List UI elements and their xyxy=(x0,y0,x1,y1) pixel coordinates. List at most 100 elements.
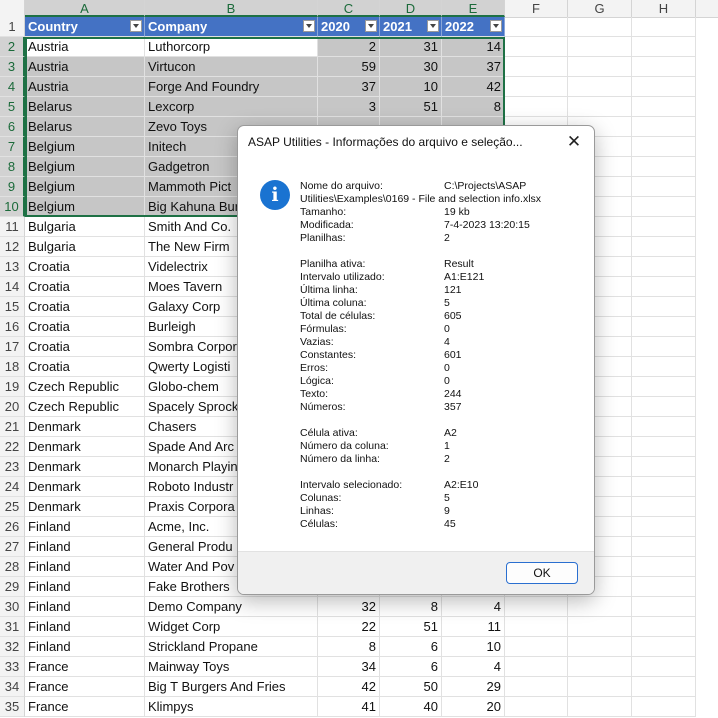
ok-button[interactable]: OK xyxy=(506,562,578,584)
cell-2020[interactable]: 2 xyxy=(318,37,380,57)
cell-country[interactable]: Bulgaria xyxy=(25,237,145,257)
empty-cell[interactable] xyxy=(505,17,568,37)
empty-cell[interactable] xyxy=(632,557,696,577)
empty-cell[interactable] xyxy=(568,657,632,677)
row-header[interactable]: 18 xyxy=(0,357,25,377)
select-all-corner[interactable] xyxy=(0,0,25,17)
empty-cell[interactable] xyxy=(568,17,632,37)
cell-2022[interactable]: 11 xyxy=(442,617,505,637)
cell-country[interactable]: Finland xyxy=(25,537,145,557)
cell-country[interactable]: Croatia xyxy=(25,297,145,317)
empty-cell[interactable] xyxy=(632,37,696,57)
cell-2021[interactable]: 6 xyxy=(380,637,442,657)
empty-cell[interactable] xyxy=(568,77,632,97)
cell-country[interactable]: Denmark xyxy=(25,457,145,477)
empty-cell[interactable] xyxy=(632,77,696,97)
cell-country[interactable]: Finland xyxy=(25,617,145,637)
empty-cell[interactable] xyxy=(632,157,696,177)
row-header[interactable]: 22 xyxy=(0,437,25,457)
cell-country[interactable]: Denmark xyxy=(25,497,145,517)
empty-cell[interactable] xyxy=(505,57,568,77)
cell-2021[interactable]: 50 xyxy=(380,677,442,697)
cell-2020[interactable]: 34 xyxy=(318,657,380,677)
empty-cell[interactable] xyxy=(632,57,696,77)
empty-cell[interactable] xyxy=(632,197,696,217)
empty-cell[interactable] xyxy=(505,597,568,617)
row-header[interactable]: 32 xyxy=(0,637,25,657)
column-header-g[interactable]: G xyxy=(568,0,632,17)
cell-company[interactable]: Forge And Foundry xyxy=(145,77,318,97)
close-icon[interactable]: ✕ xyxy=(562,130,586,154)
cell-country[interactable]: Austria xyxy=(25,57,145,77)
empty-cell[interactable] xyxy=(632,497,696,517)
row-header[interactable]: 14 xyxy=(0,277,25,297)
cell-country[interactable]: France xyxy=(25,677,145,697)
row-header[interactable]: 12 xyxy=(0,237,25,257)
cell-company[interactable]: Virtucon xyxy=(145,57,318,77)
row-header[interactable]: 21 xyxy=(0,417,25,437)
cell-country[interactable]: Finland xyxy=(25,517,145,537)
empty-cell[interactable] xyxy=(632,97,696,117)
cell-country[interactable]: Austria xyxy=(25,77,145,97)
cell-2021[interactable]: 51 xyxy=(380,617,442,637)
empty-cell[interactable] xyxy=(632,677,696,697)
empty-cell[interactable] xyxy=(568,617,632,637)
cell-2021[interactable]: 10 xyxy=(380,77,442,97)
empty-cell[interactable] xyxy=(568,597,632,617)
cell-2022[interactable]: 4 xyxy=(442,597,505,617)
cell-2022[interactable]: 4 xyxy=(442,657,505,677)
cell-2020[interactable]: 8 xyxy=(318,637,380,657)
row-header[interactable]: 2 xyxy=(0,37,25,57)
cell-country[interactable]: Denmark xyxy=(25,477,145,497)
row-header[interactable]: 27 xyxy=(0,537,25,557)
cell-country[interactable]: Croatia xyxy=(25,317,145,337)
row-header[interactable]: 17 xyxy=(0,337,25,357)
cell-country[interactable]: Croatia xyxy=(25,277,145,297)
row-header[interactable]: 23 xyxy=(0,457,25,477)
cell-country[interactable]: Belgium xyxy=(25,177,145,197)
empty-cell[interactable] xyxy=(632,137,696,157)
cell-country[interactable]: Finland xyxy=(25,597,145,617)
cell-2021[interactable]: 31 xyxy=(380,37,442,57)
empty-cell[interactable] xyxy=(505,637,568,657)
filter-dropdown-icon[interactable] xyxy=(365,20,377,32)
empty-cell[interactable] xyxy=(632,397,696,417)
cell-country[interactable]: Bulgaria xyxy=(25,217,145,237)
filter-dropdown-icon[interactable] xyxy=(490,20,502,32)
cell-country[interactable]: Finland xyxy=(25,577,145,597)
empty-cell[interactable] xyxy=(632,537,696,557)
row-header[interactable]: 9 xyxy=(0,177,25,197)
empty-cell[interactable] xyxy=(632,617,696,637)
row-header[interactable]: 16 xyxy=(0,317,25,337)
cell-country[interactable]: Finland xyxy=(25,557,145,577)
filter-dropdown-icon[interactable] xyxy=(130,20,142,32)
empty-cell[interactable] xyxy=(632,697,696,717)
cell-2021[interactable]: 8 xyxy=(380,597,442,617)
cell-country[interactable]: Denmark xyxy=(25,437,145,457)
column-header-f[interactable]: F xyxy=(505,0,568,17)
row-header[interactable]: 33 xyxy=(0,657,25,677)
empty-cell[interactable] xyxy=(632,237,696,257)
column-header-b[interactable]: B xyxy=(145,0,318,17)
row-header[interactable]: 24 xyxy=(0,477,25,497)
cell-country[interactable]: Belarus xyxy=(25,97,145,117)
cell-country[interactable]: France xyxy=(25,697,145,717)
row-header[interactable]: 6 xyxy=(0,117,25,137)
row-header[interactable]: 34 xyxy=(0,677,25,697)
header-cell-2021[interactable]: 2021 xyxy=(380,17,442,37)
empty-cell[interactable] xyxy=(632,477,696,497)
cell-2020[interactable]: 32 xyxy=(318,597,380,617)
empty-cell[interactable] xyxy=(632,17,696,37)
empty-cell[interactable] xyxy=(632,297,696,317)
row-header[interactable]: 4 xyxy=(0,77,25,97)
empty-cell[interactable] xyxy=(505,77,568,97)
cell-country[interactable]: France xyxy=(25,657,145,677)
empty-cell[interactable] xyxy=(568,57,632,77)
row-header[interactable]: 35 xyxy=(0,697,25,717)
cell-country[interactable]: Czech Republic xyxy=(25,397,145,417)
row-header[interactable]: 13 xyxy=(0,257,25,277)
cell-company[interactable]: Klimpys xyxy=(145,697,318,717)
header-cell-country[interactable]: Country xyxy=(25,17,145,37)
cell-country[interactable]: Belgium xyxy=(25,137,145,157)
empty-cell[interactable] xyxy=(505,617,568,637)
